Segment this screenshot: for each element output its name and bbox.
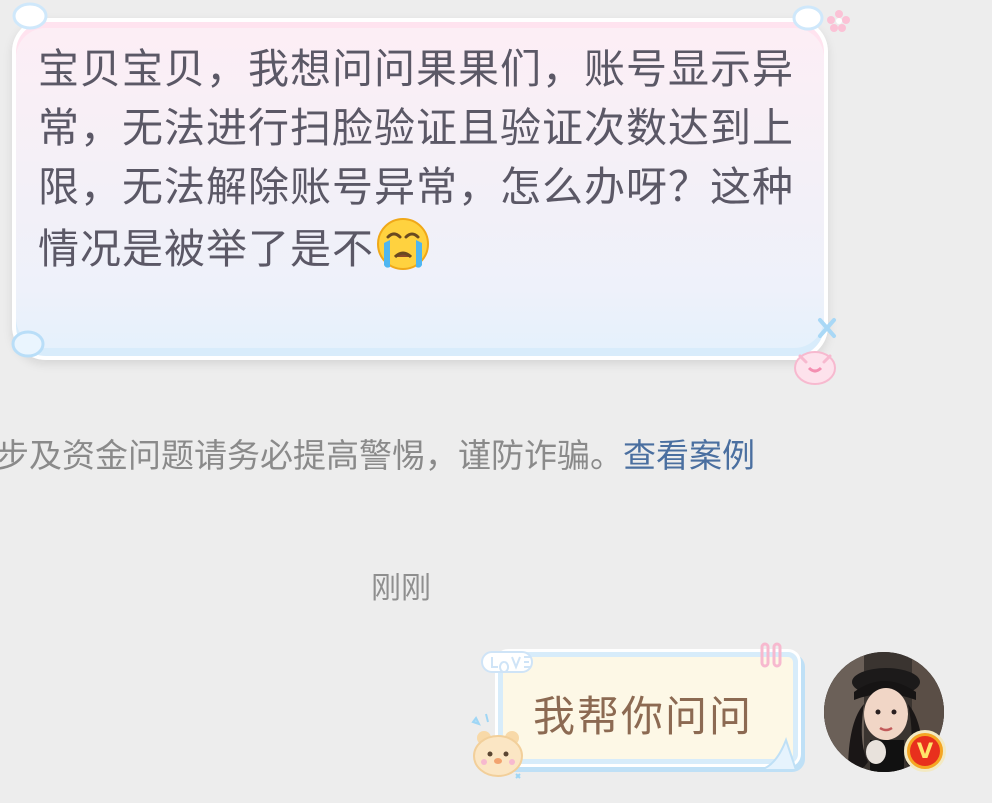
message-timestamp: 刚刚 <box>371 571 431 606</box>
outgoing-message-text: 我帮你问问 <box>533 692 754 741</box>
clip-ornament-icon <box>760 642 782 668</box>
sparkle-ornament-icon <box>818 318 836 338</box>
fraud-warning-text: 步及资金问题请务必提高警惕，谨防诈骗。 <box>0 436 623 475</box>
vip-badge-letter: V <box>910 736 940 766</box>
chat-view: 宝贝宝贝，我想问问果果们，账号显示异常，无法进行扫脸验证且验证次数达到上限，无法… <box>0 0 992 803</box>
flower-ornament-icon <box>827 10 850 32</box>
love-tag-ornament-icon <box>481 651 533 673</box>
crying-face-icon <box>377 218 429 270</box>
outgoing-message-bubble[interactable]: 我帮你问问 <box>498 652 798 764</box>
bubble-ornament-icon <box>792 5 824 31</box>
incoming-message-text: 宝贝宝贝，我想问问果果们，账号显示异常，无法进行扫脸验证且验证次数达到上限，无法… <box>38 40 804 279</box>
fraud-warning-notice: 步及资金问题请务必提高警惕，谨防诈骗。查看案例 <box>0 434 755 478</box>
vip-badge: V <box>904 730 946 772</box>
bubble-ornament-icon <box>12 2 48 30</box>
incoming-message-bubble[interactable]: 宝贝宝贝，我想问问果果们，账号显示异常，无法进行扫脸验证且验证次数达到上限，无法… <box>12 18 828 360</box>
page-curl-ornament-icon <box>759 737 798 771</box>
bear-sticker-icon <box>471 713 523 779</box>
pig-ornament-icon <box>794 351 836 385</box>
bubble-ornament-icon <box>11 330 45 358</box>
view-cases-link[interactable]: 查看案例 <box>623 436 755 475</box>
